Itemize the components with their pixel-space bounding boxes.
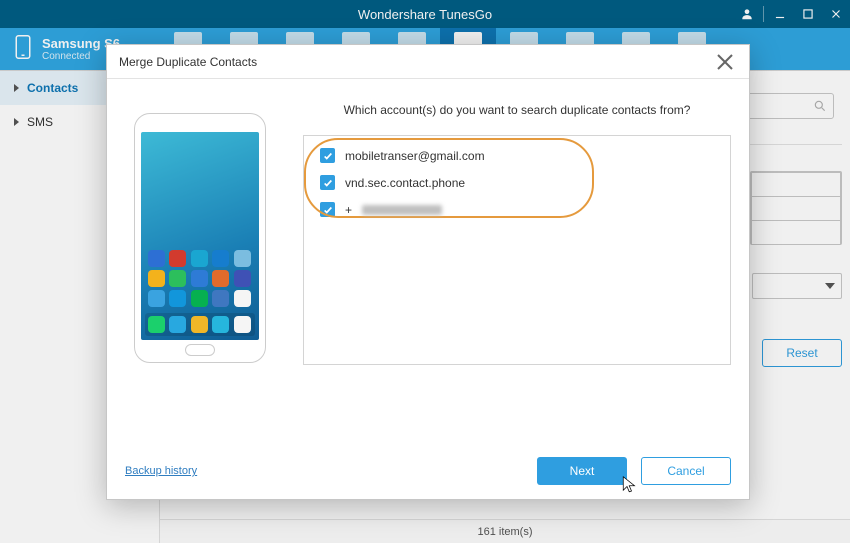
cancel-button[interactable]: Cancel — [641, 457, 731, 485]
account-label: + — [345, 203, 352, 217]
app-icon — [169, 290, 186, 307]
app-icon — [212, 250, 229, 267]
account-row[interactable]: + — [320, 202, 714, 217]
merge-contacts-modal: Merge Duplicate Contacts Which account(s… — [106, 44, 750, 500]
account-row[interactable]: vnd.sec.contact.phone — [320, 175, 714, 190]
footer-buttons: Next Cancel — [537, 457, 731, 485]
phone-screen — [141, 132, 259, 340]
modal-close-button[interactable] — [713, 50, 737, 74]
redacted-text — [362, 205, 442, 215]
app-icon — [148, 250, 165, 267]
app-icon — [234, 270, 251, 287]
account-label: mobiletranser@gmail.com — [345, 149, 485, 163]
app-icon — [234, 250, 251, 267]
modal-prompt: Which account(s) do you want to search d… — [303, 103, 731, 117]
checkbox[interactable] — [320, 202, 335, 217]
phone-shell — [134, 113, 266, 363]
app-icon — [148, 270, 165, 287]
modal-body: Which account(s) do you want to search d… — [107, 79, 749, 443]
app-icon — [191, 270, 208, 287]
app-icon — [169, 270, 186, 287]
checkbox[interactable] — [320, 148, 335, 163]
dock-icon — [148, 316, 165, 333]
dock-icon — [234, 316, 251, 333]
app-icon — [191, 290, 208, 307]
next-button[interactable]: Next — [537, 457, 627, 485]
modal-title: Merge Duplicate Contacts — [119, 55, 257, 69]
phone-preview — [125, 93, 275, 443]
accounts-frame: mobiletranser@gmail.com vnd.sec.contact.p… — [303, 135, 731, 365]
app-icon — [234, 290, 251, 307]
accounts-column: Which account(s) do you want to search d… — [303, 93, 731, 443]
cancel-label: Cancel — [667, 464, 704, 478]
next-label: Next — [570, 464, 595, 478]
app-icon — [148, 290, 165, 307]
dock-icon — [212, 316, 229, 333]
checkbox[interactable] — [320, 175, 335, 190]
close-icon — [713, 50, 737, 74]
app-grid — [145, 247, 255, 310]
backup-history-link[interactable]: Backup history — [125, 465, 197, 477]
modal-header: Merge Duplicate Contacts — [107, 45, 749, 79]
dock-icon — [169, 316, 186, 333]
app-icon — [212, 290, 229, 307]
app-icon — [169, 250, 186, 267]
account-row[interactable]: mobiletranser@gmail.com — [320, 148, 714, 163]
modal-footer: Backup history Next Cancel — [107, 443, 749, 499]
account-label: vnd.sec.contact.phone — [345, 176, 465, 190]
app-icon — [191, 250, 208, 267]
phone-dock — [145, 313, 255, 336]
app-icon — [212, 270, 229, 287]
dock-icon — [191, 316, 208, 333]
